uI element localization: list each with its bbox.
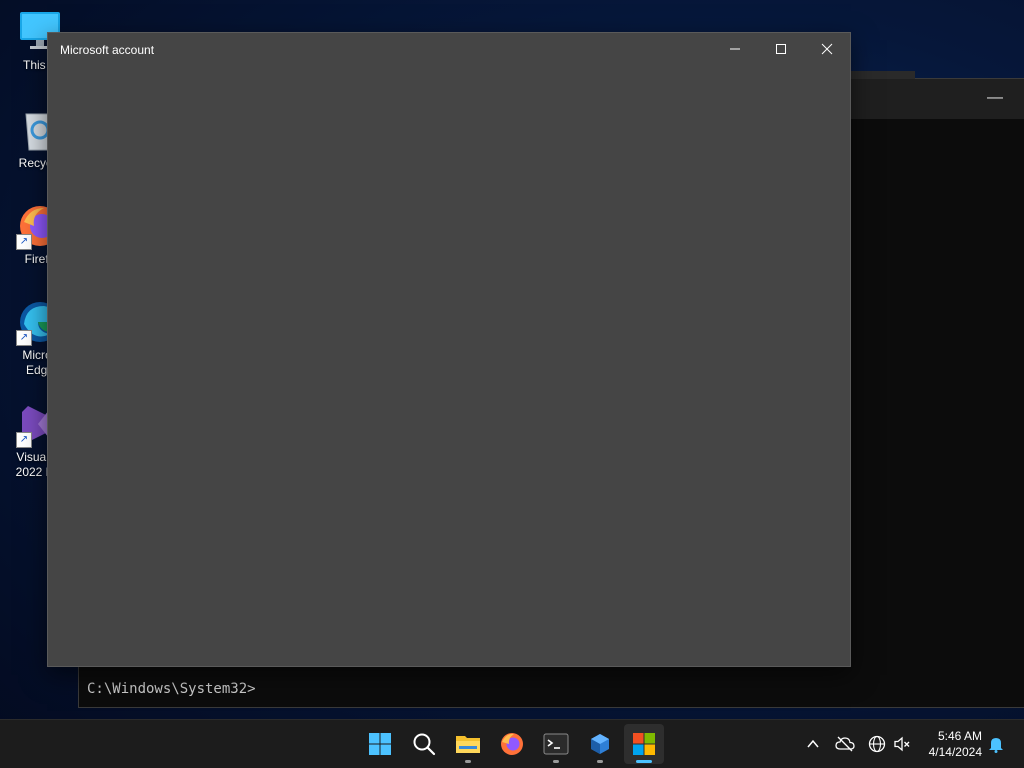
speaker-muted-icon bbox=[894, 736, 910, 752]
bell-icon bbox=[989, 738, 1003, 753]
running-indicator bbox=[465, 760, 471, 763]
chevron-up-icon bbox=[807, 739, 819, 748]
terminal-prompt[interactable]: C:\Windows\System32> bbox=[87, 681, 256, 697]
windows-start-icon bbox=[369, 733, 391, 755]
taskbar-cube-app-button[interactable] bbox=[580, 724, 620, 764]
cloud-offline-icon bbox=[835, 736, 855, 752]
globe-icon bbox=[868, 735, 886, 753]
dialog-title: Microsoft account bbox=[60, 43, 155, 57]
taskbar-microsoft-store-button[interactable] bbox=[624, 724, 664, 764]
folder-icon bbox=[456, 736, 480, 753]
tray-network-button[interactable] bbox=[867, 734, 887, 754]
cube-app-icon bbox=[591, 734, 609, 754]
clock-time: 5:46 AM bbox=[937, 729, 982, 743]
taskbar: 5:46 AM 4/14/2024 bbox=[0, 719, 1024, 768]
taskbar-terminal-button[interactable] bbox=[536, 724, 576, 764]
maximize-button[interactable] bbox=[758, 33, 804, 65]
shortcut-arrow-icon: ↗ bbox=[16, 234, 32, 250]
taskbar-file-explorer-button[interactable] bbox=[448, 724, 488, 764]
shortcut-arrow-icon: ↗ bbox=[16, 330, 32, 346]
firefox-icon bbox=[501, 733, 523, 755]
terminal-icon bbox=[543, 733, 569, 755]
taskbar-firefox-button[interactable] bbox=[492, 724, 532, 764]
tray-notifications-button[interactable] bbox=[986, 734, 1006, 754]
close-icon bbox=[821, 43, 833, 55]
active-indicator bbox=[636, 760, 652, 763]
minimize-icon[interactable]: — bbox=[987, 89, 1003, 107]
desktop: This P Recycle ↗ Firefo ↗ Micros Edge ↗ … bbox=[0, 0, 1024, 768]
tray-volume-button[interactable] bbox=[892, 734, 912, 754]
maximize-icon bbox=[776, 44, 786, 54]
minimize-icon bbox=[730, 48, 740, 50]
running-indicator bbox=[553, 760, 559, 763]
search-icon bbox=[413, 733, 436, 756]
taskbar-search-button[interactable] bbox=[404, 724, 444, 764]
tray-overflow-button[interactable] bbox=[803, 734, 823, 754]
microsoft-account-dialog[interactable]: Microsoft account bbox=[47, 32, 851, 667]
tray-clock[interactable]: 5:46 AM 4/14/2024 bbox=[929, 728, 982, 760]
tray-onedrive-button[interactable] bbox=[835, 734, 855, 754]
minimize-button[interactable] bbox=[712, 33, 758, 65]
running-indicator bbox=[597, 760, 603, 763]
dialog-content bbox=[48, 65, 850, 666]
clock-date: 4/14/2024 bbox=[928, 745, 982, 759]
taskbar-start-button[interactable] bbox=[360, 724, 400, 764]
microsoft-store-icon bbox=[633, 733, 655, 755]
dialog-titlebar[interactable]: Microsoft account bbox=[48, 33, 850, 65]
close-button[interactable] bbox=[804, 33, 850, 65]
shortcut-arrow-icon: ↗ bbox=[16, 432, 32, 448]
